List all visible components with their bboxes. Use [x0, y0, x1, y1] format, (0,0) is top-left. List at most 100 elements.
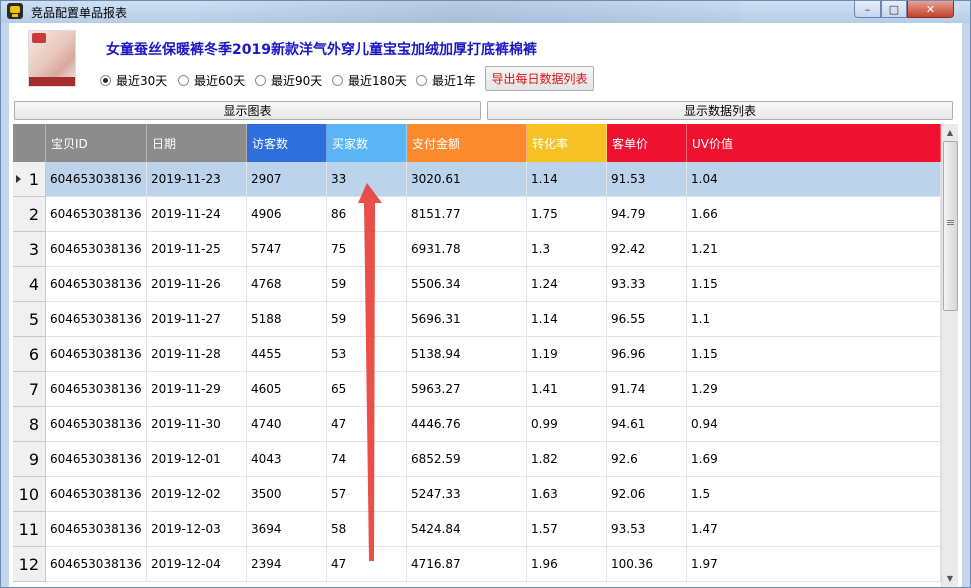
table-row[interactable]: 10 604653038136 2019-12-02 3500 57 5247.33 1.6… — [13, 477, 941, 512]
cell-date[interactable]: 2019-12-01 — [147, 442, 247, 477]
cell-visitors[interactable]: 4906 — [247, 197, 327, 232]
column-header-conv[interactable]: 转化率 — [527, 124, 607, 162]
cell-date[interactable]: 2019-11-25 — [147, 232, 247, 267]
scroll-up-icon[interactable]: ▲ — [942, 124, 958, 141]
row-number[interactable]: 9 — [13, 442, 46, 477]
cell-amount[interactable]: 5963.27 — [407, 372, 527, 407]
cell-amount[interactable]: 5506.34 — [407, 267, 527, 302]
cell-amount[interactable]: 6852.59 — [407, 442, 527, 477]
show-data-list-button[interactable]: 显示数据列表 — [487, 101, 953, 120]
minimize-button[interactable]: – — [854, 1, 881, 18]
range-option-3[interactable]: 最近90天 — [255, 72, 322, 89]
cell-price[interactable]: 100.36 — [607, 547, 687, 582]
cell-visitors[interactable]: 3500 — [247, 477, 327, 512]
cell-uv[interactable]: 1.69 — [687, 442, 941, 477]
cell-visitors[interactable]: 5747 — [247, 232, 327, 267]
row-number[interactable]: 5 — [13, 302, 46, 337]
cell-amount[interactable]: 5138.94 — [407, 337, 527, 372]
cell-price[interactable]: 96.96 — [607, 337, 687, 372]
cell-conv[interactable]: 1.63 — [527, 477, 607, 512]
row-number[interactable]: 12 — [13, 547, 46, 582]
column-header-buyers[interactable]: 买家数 — [327, 124, 407, 162]
radio-icon[interactable] — [100, 75, 111, 86]
cell-price[interactable]: 94.61 — [607, 407, 687, 442]
cell-amount[interactable]: 4716.87 — [407, 547, 527, 582]
cell-price[interactable]: 96.55 — [607, 302, 687, 337]
show-chart-button[interactable]: 显示图表 — [14, 101, 481, 120]
close-button[interactable]: ✕ — [907, 1, 954, 18]
cell-conv[interactable]: 0.99 — [527, 407, 607, 442]
cell-id[interactable]: 604653038136 — [46, 512, 147, 547]
cell-id[interactable]: 604653038136 — [46, 407, 147, 442]
range-option-4[interactable]: 最近180天 — [332, 72, 407, 89]
column-header-date[interactable]: 日期 — [147, 124, 247, 162]
cell-date[interactable]: 2019-11-29 — [147, 372, 247, 407]
cell-amount[interactable]: 8151.77 — [407, 197, 527, 232]
radio-icon[interactable] — [178, 75, 189, 86]
cell-uv[interactable]: 1.15 — [687, 337, 941, 372]
cell-buyers[interactable]: 65 — [327, 372, 407, 407]
table-row[interactable]: 12 604653038136 2019-12-04 2394 47 4716.87 1.9… — [13, 547, 941, 582]
cell-buyers[interactable]: 53 — [327, 337, 407, 372]
cell-buyers[interactable]: 47 — [327, 547, 407, 582]
column-header-id[interactable]: 宝贝ID — [46, 124, 147, 162]
cell-id[interactable]: 604653038136 — [46, 337, 147, 372]
row-number[interactable]: 3 — [13, 232, 46, 267]
cell-id[interactable]: 604653038136 — [46, 197, 147, 232]
cell-visitors[interactable]: 4740 — [247, 407, 327, 442]
row-number[interactable]: 2 — [13, 197, 46, 232]
row-number[interactable]: 10 — [13, 477, 46, 512]
cell-conv[interactable]: 1.96 — [527, 547, 607, 582]
cell-price[interactable]: 94.79 — [607, 197, 687, 232]
column-header-uv[interactable]: UV价值 — [687, 124, 941, 162]
cell-visitors[interactable]: 4455 — [247, 337, 327, 372]
cell-buyers[interactable]: 47 — [327, 407, 407, 442]
cell-date[interactable]: 2019-12-02 — [147, 477, 247, 512]
cell-conv[interactable]: 1.14 — [527, 302, 607, 337]
cell-visitors[interactable]: 4605 — [247, 372, 327, 407]
table-row[interactable]: 5 604653038136 2019-11-27 5188 59 5696.31 1.14… — [13, 302, 941, 337]
table-row[interactable]: 11 604653038136 2019-12-03 3694 58 5424.84 1.5… — [13, 512, 941, 547]
cell-id[interactable]: 604653038136 — [46, 232, 147, 267]
table-row[interactable]: 6 604653038136 2019-11-28 4455 53 5138.94 1.19… — [13, 337, 941, 372]
range-option-1[interactable]: 最近30天 — [100, 72, 167, 89]
cell-uv[interactable]: 1.47 — [687, 512, 941, 547]
cell-price[interactable]: 92.42 — [607, 232, 687, 267]
cell-visitors[interactable]: 5188 — [247, 302, 327, 337]
cell-visitors[interactable]: 2907 — [247, 162, 327, 197]
cell-visitors[interactable]: 4768 — [247, 267, 327, 302]
row-number[interactable]: 11 — [13, 512, 46, 547]
cell-amount[interactable]: 5424.84 — [407, 512, 527, 547]
cell-amount[interactable]: 4446.76 — [407, 407, 527, 442]
cell-buyers[interactable]: 58 — [327, 512, 407, 547]
row-number[interactable]: 4 — [13, 267, 46, 302]
cell-price[interactable]: 91.74 — [607, 372, 687, 407]
cell-buyers[interactable]: 59 — [327, 267, 407, 302]
cell-price[interactable]: 92.6 — [607, 442, 687, 477]
cell-date[interactable]: 2019-12-04 — [147, 547, 247, 582]
cell-id[interactable]: 604653038136 — [46, 372, 147, 407]
radio-icon[interactable] — [416, 75, 427, 86]
cell-conv[interactable]: 1.75 — [527, 197, 607, 232]
table-row[interactable]: 7 604653038136 2019-11-29 4605 65 5963.27 1.41… — [13, 372, 941, 407]
range-option-5[interactable]: 最近1年 — [416, 72, 476, 89]
radio-icon[interactable] — [332, 75, 343, 86]
table-row[interactable]: 1 604653038136 2019-11-23 2907 33 3020.61 1.14… — [13, 162, 941, 197]
column-header-amount[interactable]: 支付金额 — [407, 124, 527, 162]
radio-icon[interactable] — [255, 75, 266, 86]
cell-uv[interactable]: 1.04 — [687, 162, 941, 197]
vertical-scrollbar[interactable]: ▲ ▼ — [941, 124, 958, 587]
cell-uv[interactable]: 1.21 — [687, 232, 941, 267]
cell-amount[interactable]: 5696.31 — [407, 302, 527, 337]
cell-date[interactable]: 2019-11-30 — [147, 407, 247, 442]
cell-uv[interactable]: 1.66 — [687, 197, 941, 232]
row-number[interactable]: 6 — [13, 337, 46, 372]
cell-conv[interactable]: 1.3 — [527, 232, 607, 267]
cell-uv[interactable]: 0.94 — [687, 407, 941, 442]
table-row[interactable]: 9 604653038136 2019-12-01 4043 74 6852.59 1.82… — [13, 442, 941, 477]
cell-visitors[interactable]: 2394 — [247, 547, 327, 582]
cell-price[interactable]: 91.53 — [607, 162, 687, 197]
cell-id[interactable]: 604653038136 — [46, 302, 147, 337]
cell-buyers[interactable]: 74 — [327, 442, 407, 477]
cell-id[interactable]: 604653038136 — [46, 547, 147, 582]
